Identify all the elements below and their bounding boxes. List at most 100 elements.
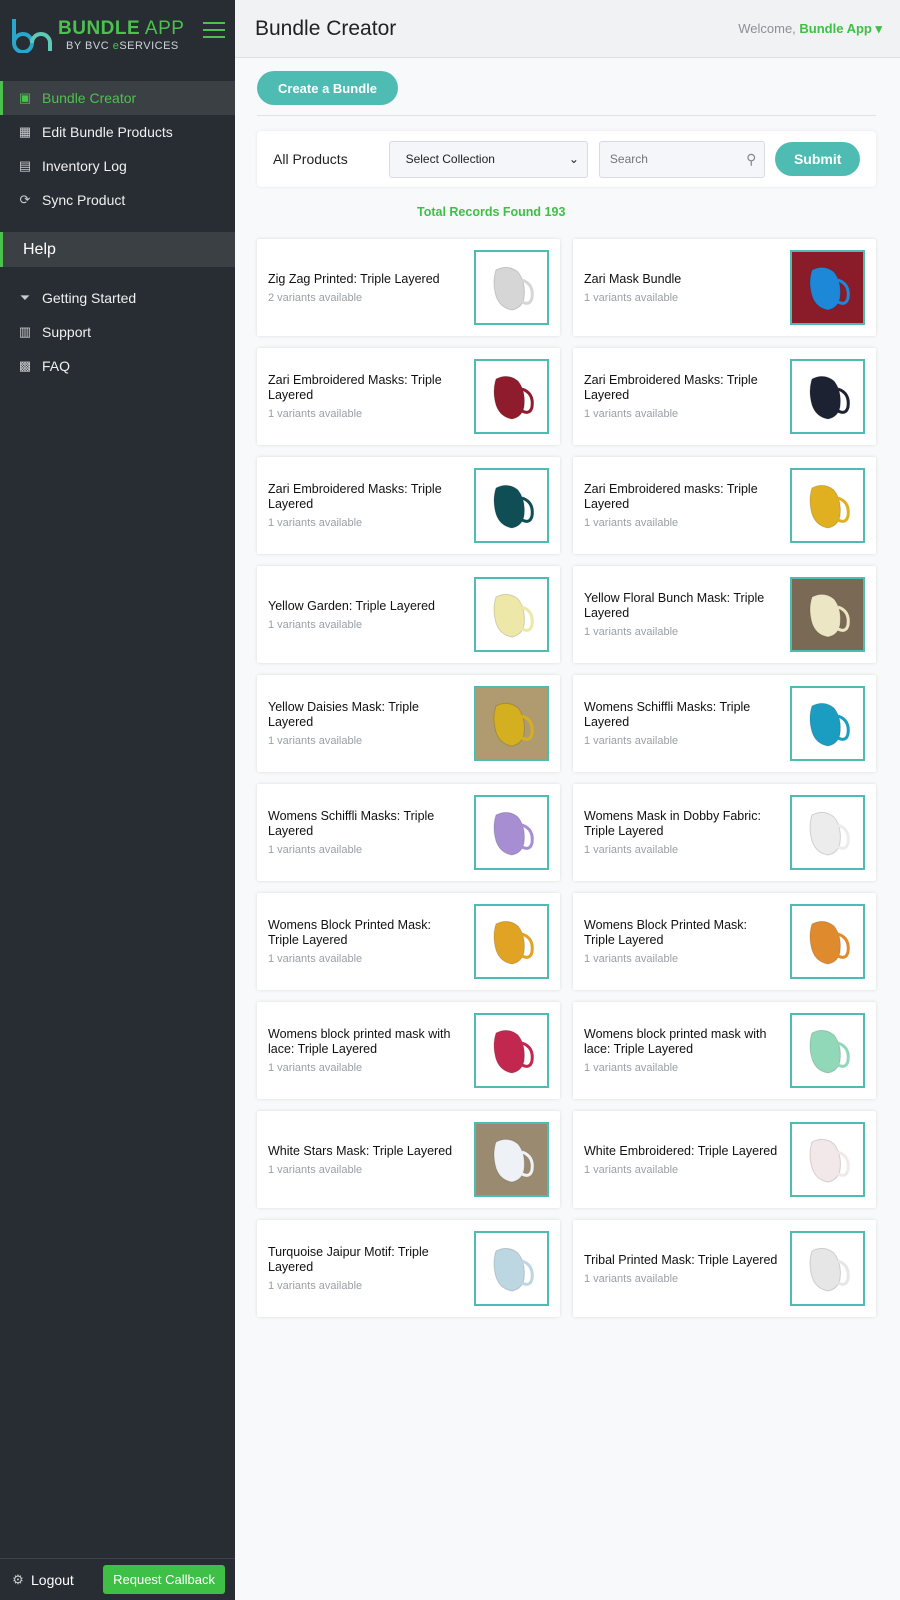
product-variants: 1 variants available	[584, 953, 679, 965]
submit-button[interactable]: Submit	[775, 142, 860, 176]
sidebar-item-support[interactable]: ▥ Support	[0, 315, 235, 349]
product-thumbnail[interactable]	[790, 1122, 865, 1197]
product-card[interactable]: Yellow Garden: Triple Layered 1 variants …	[257, 566, 560, 663]
logout-button[interactable]: ⚙ Logout	[10, 1572, 74, 1588]
product-title: Womens Mask in Dobby Fabric: Triple Laye…	[584, 809, 761, 838]
search-icon[interactable]: ⚲	[746, 151, 756, 168]
product-card[interactable]: Yellow Daisies Mask: Triple Layered 1 var…	[257, 675, 560, 772]
product-variants: 1 variants available	[584, 626, 679, 638]
product-card[interactable]: White Stars Mask: Triple Layered 1 varian…	[257, 1111, 560, 1208]
sidebar-item-bundle-creator[interactable]: ▣ Bundle Creator	[0, 81, 235, 115]
product-title: Yellow Daisies Mask: Triple Layered	[268, 700, 419, 729]
create-bundle-button[interactable]: Create a Bundle	[257, 71, 398, 105]
menu-toggle-icon[interactable]	[203, 22, 225, 43]
product-thumbnail[interactable]	[474, 1013, 549, 1088]
product-thumbnail[interactable]	[474, 577, 549, 652]
product-title: Womens Block Printed Mask: Triple Layere…	[268, 918, 432, 947]
product-thumbnail[interactable]	[790, 1231, 865, 1306]
chevron-down-icon: ⌄	[568, 152, 579, 166]
product-card[interactable]: Zig Zag Printed: Triple Layered 2 variant…	[257, 239, 560, 336]
product-title: Womens Block Printed Mask: Triple Layere…	[584, 918, 748, 947]
product-card[interactable]: White Embroidered: Triple Layered 1 varia…	[573, 1111, 876, 1208]
product-card[interactable]: Zari Embroidered Masks: Triple Layered 1 …	[257, 348, 560, 445]
product-thumbnail[interactable]	[474, 250, 549, 325]
brand-title: BUNDLE APP	[58, 18, 185, 39]
product-thumbnail[interactable]	[474, 1122, 549, 1197]
product-thumbnail[interactable]	[474, 468, 549, 543]
sidebar-item-faq[interactable]: ▩ FAQ	[0, 349, 235, 383]
product-card[interactable]: Turquoise Jaipur Motif: Triple Layered 1 …	[257, 1220, 560, 1317]
product-thumbnail[interactable]	[790, 577, 865, 652]
mask-image-icon	[493, 266, 534, 311]
sidebar: BUNDLE APP BY BVC eSERVICES ▣ Bundle Crea…	[0, 0, 235, 1600]
document-icon: ▤	[18, 158, 32, 173]
top-header: Bundle Creator Welcome, Bundle App ▾	[235, 0, 900, 58]
product-card[interactable]: Tribal Printed Mask: Triple Layered 1 var…	[573, 1220, 876, 1317]
product-thumbnail[interactable]	[790, 795, 865, 870]
product-thumbnail[interactable]	[790, 250, 865, 325]
product-card[interactable]: Zari Embroidered masks: Triple Layered 1 …	[573, 457, 876, 554]
product-thumbnail[interactable]	[790, 1013, 865, 1088]
product-variants: 1 variants available	[584, 844, 679, 856]
sidebar-item-label: Sync Product	[42, 192, 126, 208]
brand-logo[interactable]: BUNDLE APP BY BVC eSERVICES	[0, 0, 235, 70]
help-nav: ⏷ Getting Started ▥ Support ▩ FAQ	[0, 281, 235, 383]
product-card[interactable]: Womens Block Printed Mask: Triple Layere…	[573, 893, 876, 990]
product-card[interactable]: Zari Embroidered Masks: Triple Layered 1 …	[257, 457, 560, 554]
product-title: White Embroidered: Triple Layered	[584, 1143, 778, 1158]
brand-subtitle: BY BVC eSERVICES	[66, 40, 179, 52]
mask-image-icon	[493, 484, 534, 529]
product-thumbnail[interactable]	[474, 359, 549, 434]
product-variants: 1 variants available	[584, 517, 679, 529]
product-thumbnail[interactable]	[474, 1231, 549, 1306]
mask-image-icon	[809, 920, 850, 965]
chart-icon: ▥	[18, 324, 32, 339]
product-variants: 1 variants available	[268, 844, 363, 856]
product-card[interactable]: Yellow Floral Bunch Mask: Triple Layered…	[573, 566, 876, 663]
product-thumbnail[interactable]	[474, 795, 549, 870]
product-card[interactable]: Womens Schiffli Masks: Triple Layered 1 v…	[257, 784, 560, 881]
product-variants: 1 variants available	[268, 1062, 363, 1074]
filter-bar: All Products Select Collection ⌄ ⚲ Submi…	[257, 131, 876, 187]
mask-image-icon	[493, 593, 534, 638]
product-title: Womens Schiffli Masks: Triple Layered	[268, 809, 435, 838]
product-thumbnail[interactable]	[790, 468, 865, 543]
product-card[interactable]: Womens Mask in Dobby Fabric: Triple Laye…	[573, 784, 876, 881]
product-variants: 1 variants available	[584, 1272, 679, 1285]
grid-edit-icon: ▦	[18, 124, 32, 139]
user-menu[interactable]: Bundle App ▾	[799, 21, 882, 36]
sidebar-item-edit-bundle-products[interactable]: ▦ Edit Bundle Products	[0, 115, 235, 149]
product-title: Womens Schiffli Masks: Triple Layered	[584, 700, 751, 729]
sidebar-item-inventory-log[interactable]: ▤ Inventory Log	[0, 149, 235, 183]
sidebar-item-getting-started[interactable]: ⏷ Getting Started	[0, 281, 235, 315]
product-card[interactable]: Womens Block Printed Mask: Triple Layere…	[257, 893, 560, 990]
mask-image-icon	[809, 1247, 850, 1292]
mask-image-icon	[809, 266, 850, 311]
product-title: White Stars Mask: Triple Layered	[268, 1143, 453, 1158]
product-card[interactable]: Womens Schiffli Masks: Triple Layered 1 v…	[573, 675, 876, 772]
divider	[257, 115, 876, 116]
product-card[interactable]: Zari Mask Bundle 1 variants available	[573, 239, 876, 336]
search-field[interactable]: ⚲	[598, 140, 766, 178]
product-title: Zari Mask Bundle	[584, 271, 682, 286]
product-title: Womens block printed mask with lace: Tri…	[584, 1027, 767, 1056]
product-thumbnail[interactable]	[790, 686, 865, 761]
product-thumbnail[interactable]	[474, 686, 549, 761]
total-records: Total Records Found 193	[417, 205, 566, 219]
mask-image-icon	[493, 702, 534, 747]
product-card[interactable]: Zari Embroidered Masks: Triple Layered 1 …	[573, 348, 876, 445]
mask-image-icon	[809, 1029, 850, 1074]
product-thumbnail[interactable]	[790, 359, 865, 434]
product-title: Yellow Garden: Triple Layered	[268, 598, 435, 613]
request-callback-button[interactable]: Request Callback	[103, 1565, 225, 1594]
product-thumbnail[interactable]	[474, 904, 549, 979]
product-card[interactable]: Womens block printed mask with lace: Tri…	[257, 1002, 560, 1099]
logo-mark-icon	[12, 19, 52, 53]
search-input[interactable]	[609, 152, 730, 166]
sidebar-item-sync-product[interactable]: ⟳ Sync Product	[0, 183, 235, 217]
collection-select[interactable]: Select Collection ⌄	[388, 140, 588, 178]
sync-icon: ⟳	[19, 192, 31, 207]
product-thumbnail[interactable]	[790, 904, 865, 979]
sidebar-item-label: Inventory Log	[42, 158, 127, 174]
product-card[interactable]: Womens block printed mask with lace: Tri…	[573, 1002, 876, 1099]
